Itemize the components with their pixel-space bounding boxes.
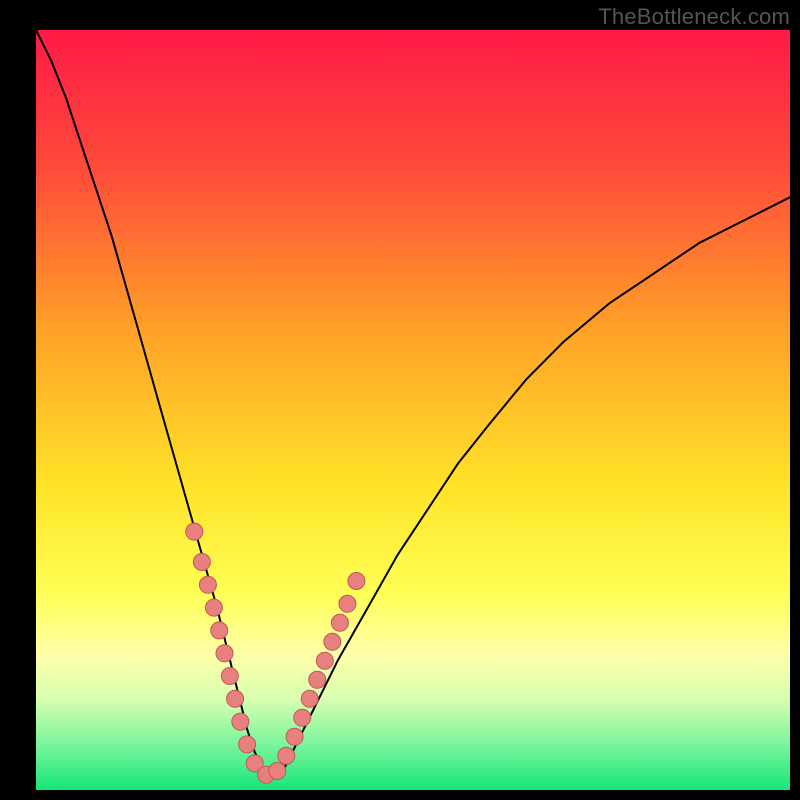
scatter-point xyxy=(227,690,244,707)
scatter-point xyxy=(232,713,249,730)
watermark-text: TheBottleneck.com xyxy=(598,4,790,30)
scatter-point xyxy=(216,645,233,662)
scatter-point xyxy=(286,728,303,745)
scatter-point xyxy=(278,747,295,764)
scatter-point xyxy=(324,633,341,650)
scatter-point xyxy=(193,554,210,571)
chart-stage: TheBottleneck.com xyxy=(0,0,800,800)
scatter-point xyxy=(269,763,286,780)
bottleneck-chart xyxy=(0,0,800,800)
scatter-point xyxy=(186,523,203,540)
scatter-point xyxy=(301,690,318,707)
scatter-point xyxy=(339,595,356,612)
gradient-plot-area xyxy=(36,30,790,790)
scatter-point xyxy=(221,668,238,685)
scatter-point xyxy=(294,709,311,726)
scatter-point xyxy=(205,599,222,616)
scatter-point xyxy=(316,652,333,669)
scatter-point xyxy=(211,622,228,639)
scatter-point xyxy=(348,573,365,590)
scatter-point xyxy=(309,671,326,688)
scatter-point xyxy=(331,614,348,631)
scatter-point xyxy=(239,736,256,753)
scatter-point xyxy=(199,576,216,593)
